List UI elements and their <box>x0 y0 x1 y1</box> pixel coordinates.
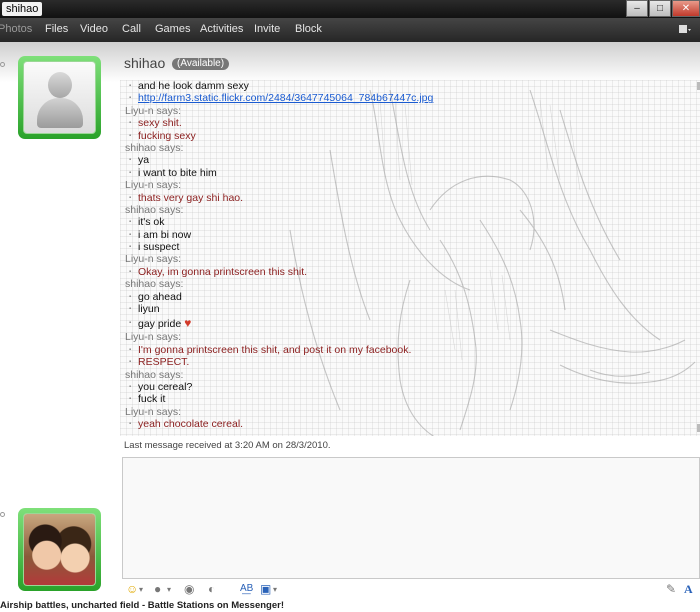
menu-invite[interactable]: Invite <box>254 23 280 35</box>
message-line: http://farm3.static.flickr.com/2484/3647… <box>124 92 433 105</box>
collapse-dot-icon[interactable] <box>0 512 5 517</box>
contact-name: shihao <box>124 55 166 71</box>
input-toolbar: ☺ ▾ ● ▾ ◉ ◐ A͟B ▣ ▾ ✎ A <box>120 580 700 598</box>
text-format-icon[interactable]: A <box>684 582 693 597</box>
menu-block[interactable]: Block <box>295 23 322 35</box>
sender-label: shihao says: <box>125 368 184 381</box>
sender-label: Liyu-n says: <box>125 179 182 192</box>
menu-files[interactable]: Files <box>45 23 68 35</box>
message-line: sexy shit. <box>124 117 433 130</box>
menu-bar: Photos Files Video Call Games Activities… <box>0 18 700 42</box>
my-avatar[interactable] <box>18 508 101 591</box>
my-photo <box>23 513 96 586</box>
menu-photos[interactable]: Photos <box>0 23 32 35</box>
message-line: go ahead <box>124 291 433 304</box>
message-line: i suspect <box>124 241 433 254</box>
status-bar[interactable]: Airship battles, uncharted field - Battl… <box>0 600 700 612</box>
message-line: and he look damm sexy <box>124 80 433 93</box>
close-button[interactable]: ✕ <box>672 0 700 17</box>
message-line: i am bi now <box>124 229 433 242</box>
chevron-down-icon[interactable]: ▾ <box>139 585 143 594</box>
message-line: it's ok <box>124 216 433 229</box>
status-badge: (Available) <box>172 58 230 70</box>
chevron-down-icon[interactable]: ▾ <box>167 585 171 594</box>
conversation-pane[interactable]: and he look damm sexy http://farm3.stati… <box>120 80 700 436</box>
voice-clip-icon[interactable]: ◉ <box>184 582 194 596</box>
handwriting-icon[interactable]: ✎ <box>666 582 676 596</box>
message-text: gay pride <box>138 318 182 331</box>
menu-games[interactable]: Games <box>155 23 190 35</box>
default-user-icon <box>23 61 96 134</box>
contact-avatar[interactable] <box>18 56 101 139</box>
message-link[interactable]: http://farm3.static.flickr.com/2484/3647… <box>138 92 433 104</box>
sender-label: Liyu-n says: <box>125 405 182 418</box>
maximize-button[interactable]: □ <box>649 0 671 17</box>
collapse-dot-icon[interactable] <box>0 62 5 67</box>
wink-icon[interactable]: ● <box>154 582 161 596</box>
message-line: i want to bite him <box>124 167 433 180</box>
message-list: and he look damm sexy http://farm3.stati… <box>124 80 433 431</box>
sender-label: shihao says: <box>125 141 184 154</box>
sender-label: shihao says: <box>125 203 184 216</box>
minimize-button[interactable]: – <box>626 0 648 17</box>
display-pictures-column <box>0 42 120 591</box>
menu-activities[interactable]: Activities <box>200 23 243 35</box>
sender-label: Liyu-n says: <box>125 253 182 266</box>
sender-label: shihao says: <box>125 278 184 291</box>
message-line: fucking sexy <box>124 130 433 143</box>
message-line: I'm gonna printscreen this shit, and pos… <box>124 344 433 357</box>
message-line: yeah chocolate cereal. <box>124 418 433 431</box>
window-controls: – □ ✕ <box>625 0 700 17</box>
last-message-info: Last message received at 3:20 AM on 28/3… <box>124 440 331 451</box>
title-bar: shihao – □ ✕ <box>0 0 700 18</box>
window-title: shihao <box>2 2 43 16</box>
message-line: Okay, im gonna printscreen this shit. <box>124 266 433 279</box>
font-icon[interactable]: A͟B <box>240 583 253 594</box>
background-icon[interactable]: ▣ <box>260 582 271 596</box>
message-line: thats very gay shi hao. <box>124 192 433 205</box>
message-line: gay pride♥ <box>124 315 433 331</box>
sender-label: Liyu-n says: <box>125 104 182 117</box>
heart-emoticon-icon: ♥ <box>184 316 192 331</box>
nudge-icon[interactable]: ◐ <box>208 582 215 596</box>
message-input[interactable] <box>122 457 700 579</box>
sender-label: Liyu-n says: <box>125 331 182 344</box>
message-line: you cereal? <box>124 381 433 394</box>
message-line: liyun <box>124 303 433 316</box>
message-line: fuck it <box>124 393 433 406</box>
message-line: RESPECT. <box>124 356 433 369</box>
chevron-down-icon[interactable]: ▾ <box>273 585 277 594</box>
menu-call[interactable]: Call <box>122 23 141 35</box>
menu-video[interactable]: Video <box>80 23 108 35</box>
message-line: ya <box>124 154 433 167</box>
options-menu-icon[interactable] <box>678 23 692 36</box>
emoticon-icon[interactable]: ☺ <box>126 582 138 596</box>
